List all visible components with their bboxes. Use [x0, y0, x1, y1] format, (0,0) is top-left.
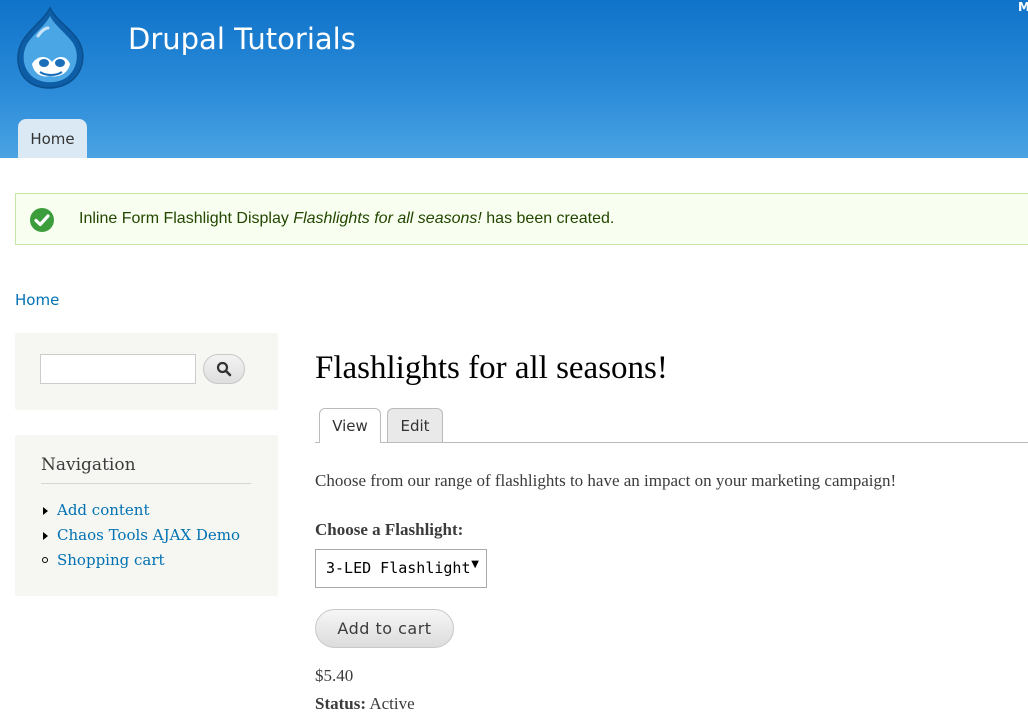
- nav-item-label[interactable]: Chaos Tools AJAX Demo: [57, 526, 240, 544]
- add-to-cart-button[interactable]: Add to cart: [315, 609, 454, 648]
- status-message-node-title[interactable]: Flashlights for all seasons!: [293, 210, 482, 227]
- status-message-suffix: has been created.: [481, 210, 615, 227]
- drupal-logo-icon[interactable]: [12, 6, 88, 90]
- nav-item-add-content[interactable]: Add content: [41, 501, 240, 526]
- product-status: Status: Active: [315, 694, 415, 714]
- search-button[interactable]: [203, 354, 245, 384]
- main-menu-home[interactable]: Home: [18, 119, 87, 158]
- navigation-block: Navigation Add content Chaos Tools AJAX …: [15, 435, 278, 596]
- product-price: $5.40: [315, 666, 354, 685]
- nav-item-label[interactable]: Add content: [57, 501, 150, 519]
- check-circle-icon: [30, 208, 54, 232]
- navigation-divider: [41, 483, 251, 484]
- status-label: Status:: [315, 694, 367, 713]
- tabs-divider: [315, 442, 1028, 443]
- leaf-circle-icon: [42, 557, 48, 563]
- secondary-menu-fragment[interactable]: M: [1018, 0, 1028, 14]
- navigation-title: Navigation: [41, 455, 136, 475]
- status-message-text: Inline Form Flashlight Display Flashligh…: [79, 210, 614, 228]
- collapsed-triangle-icon: [43, 532, 48, 540]
- search-input[interactable]: [40, 354, 196, 384]
- nav-item-shopping-cart[interactable]: Shopping cart: [41, 551, 240, 576]
- nav-item-chaos-tools-ajax-demo[interactable]: Chaos Tools AJAX Demo: [41, 526, 240, 551]
- breadcrumb: Home: [15, 291, 59, 309]
- site-header: Drupal Tutorials M Home: [0, 0, 1028, 158]
- site-name[interactable]: Drupal Tutorials: [128, 22, 356, 56]
- tab-view[interactable]: View: [319, 408, 381, 443]
- status-message-prefix: Inline Form Flashlight Display: [79, 210, 294, 227]
- search-icon: [216, 361, 232, 377]
- search-block: [15, 333, 278, 410]
- chevron-down-icon: ▼: [471, 559, 479, 570]
- flashlight-select-label: Choose a Flashlight:: [315, 520, 464, 539]
- collapsed-triangle-icon: [43, 507, 48, 515]
- status-message: Inline Form Flashlight Display Flashligh…: [15, 193, 1028, 245]
- breadcrumb-home-link[interactable]: Home: [15, 291, 59, 309]
- status-value: Active: [369, 694, 415, 713]
- page-title: Flashlights for all seasons!: [315, 350, 668, 386]
- node-body: Choose from our range of flashlights to …: [315, 471, 897, 490]
- flashlight-select[interactable]: 3-LED Flashlight ▼: [315, 549, 487, 588]
- flashlight-select-value: 3-LED Flashlight: [326, 559, 471, 577]
- tab-edit[interactable]: Edit: [387, 408, 443, 442]
- nav-item-label[interactable]: Shopping cart: [57, 551, 165, 569]
- navigation-menu: Add content Chaos Tools AJAX Demo Shoppi…: [41, 501, 240, 576]
